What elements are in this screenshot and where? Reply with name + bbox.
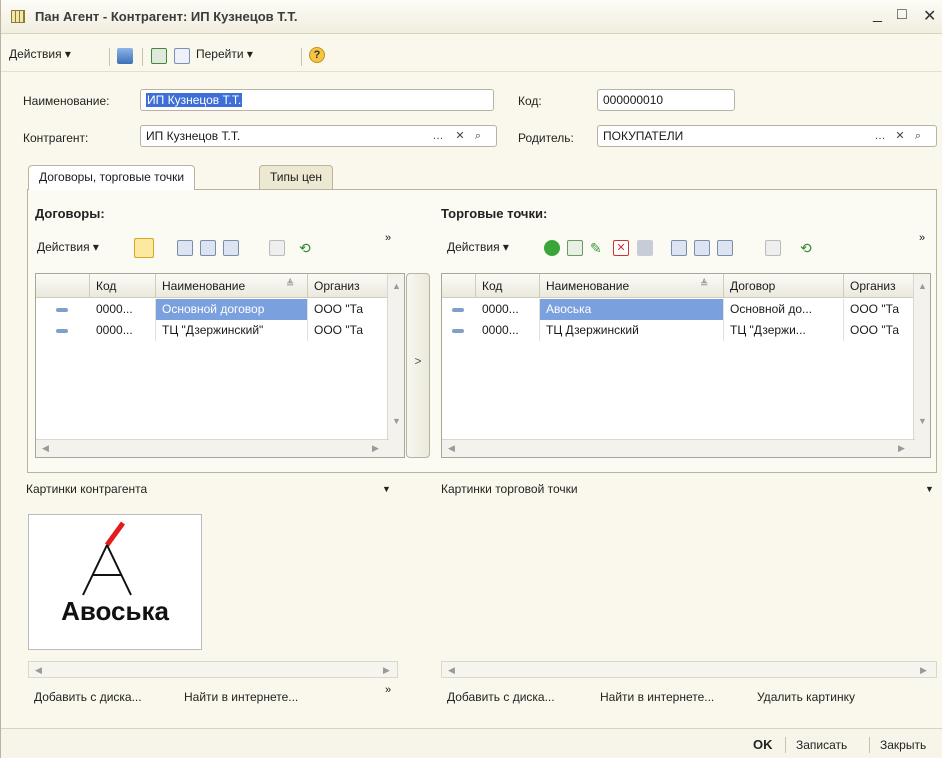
code-field[interactable]: 000000010 xyxy=(597,89,735,111)
add-icon[interactable] xyxy=(544,240,560,256)
tab-contracts-outlets[interactable]: Договоры, торговые точки xyxy=(28,165,196,190)
table-row[interactable]: 0000... Авоська Основной до... ООО "Та xyxy=(442,299,930,320)
table-row[interactable]: 0000... ТЦ Дзержинский ТЦ "Дзержи... ООО… xyxy=(442,320,930,341)
save-button[interactable]: Записать xyxy=(796,738,847,752)
delete-icon[interactable]: ✕ xyxy=(613,240,629,256)
counterparty-window: Пан Агент - Контрагент: ИП Кузнецов Т.Т.… xyxy=(0,0,942,758)
refresh-icon[interactable] xyxy=(151,48,167,64)
clear-icon[interactable]: ✕ xyxy=(453,129,467,143)
chevron-down-icon[interactable]: ▼ xyxy=(382,484,391,494)
parent-open-search-icon[interactable]: ⌕ xyxy=(911,129,925,143)
move-right-button[interactable]: > xyxy=(406,273,430,458)
contracts-clear-filter-icon xyxy=(269,240,285,256)
outlets-refresh-icon[interactable]: ⟲ xyxy=(800,240,816,256)
code-label: Код: xyxy=(518,94,542,108)
counterparty-pictures-select[interactable]: Картинки контрагента xyxy=(26,482,147,496)
row-state-icon xyxy=(56,308,68,312)
outlets-col-org[interactable]: Организ xyxy=(844,274,914,298)
window-title: Пан Агент - Контрагент: ИП Кузнецов Т.Т. xyxy=(35,9,298,24)
delete-picture-button[interactable]: Удалить картинку xyxy=(757,690,855,704)
main-toolbar: Действия ▾ Перейти ▾ ? xyxy=(1,38,942,72)
counterparty-label: Контрагент: xyxy=(23,131,89,145)
parent-clear-icon[interactable]: ✕ xyxy=(893,129,907,143)
outlet-pictures-select[interactable]: Картинки торговой точки xyxy=(441,482,578,496)
sort-asc-icon: ≜ xyxy=(286,279,295,290)
outlets-filter-selected-icon[interactable] xyxy=(694,240,710,256)
table-row[interactable]: 0000... ТЦ "Дзержинский" ООО "Та xyxy=(36,320,404,341)
outlet-pictures-hscroll[interactable]: ◀ ▶ xyxy=(441,661,937,678)
select-ellipsis-icon[interactable]: … xyxy=(431,129,445,143)
ok-button[interactable]: OK xyxy=(753,737,773,752)
outlets-filter-icon[interactable] xyxy=(671,240,687,256)
contracts-more-icon[interactable]: » xyxy=(385,232,391,244)
name-label: Наименование: xyxy=(23,94,110,108)
contracts-table[interactable]: Код Наименование ≜ Организ 0000... Основ… xyxy=(35,273,405,458)
contracts-header: Код Наименование ≜ Организ xyxy=(36,274,404,298)
outlet-add-from-disk-button[interactable]: Добавить с диска... xyxy=(447,690,555,704)
goto-menu[interactable]: Перейти ▾ xyxy=(196,47,253,61)
actions-menu[interactable]: Действия ▾ xyxy=(9,47,71,61)
help-icon[interactable]: ? xyxy=(309,47,325,63)
chevron-down-icon[interactable]: ▼ xyxy=(925,484,934,494)
contracts-default-icon[interactable] xyxy=(134,238,154,258)
outlets-col-name[interactable]: Наименование xyxy=(540,274,724,298)
close-button[interactable]: ✕ xyxy=(923,6,936,26)
contracts-vscroll[interactable]: ▲ ▼ xyxy=(387,274,404,457)
contracts-col-org[interactable]: Организ xyxy=(308,274,388,298)
contracts-col-code[interactable]: Код xyxy=(90,274,156,298)
contracts-title: Договоры: xyxy=(35,206,105,221)
outlets-filter-history-icon[interactable] xyxy=(717,240,733,256)
open-search-icon[interactable]: ⌕ xyxy=(471,129,485,143)
minimize-button[interactable]: _ xyxy=(873,6,882,24)
save-close-icon[interactable] xyxy=(117,48,133,64)
contracts-actions-menu[interactable]: Действия ▾ xyxy=(37,240,99,254)
row-state-icon xyxy=(452,329,464,333)
contracts-filter-history-icon[interactable] xyxy=(223,240,239,256)
outlets-hscroll[interactable]: ◀ ▶ xyxy=(442,439,915,457)
outlets-col-contract[interactable]: Договор xyxy=(724,274,844,298)
contracts-refresh-icon[interactable]: ⟲ xyxy=(299,240,315,256)
outlets-more-icon[interactable]: » xyxy=(919,232,925,244)
post-icon xyxy=(637,240,653,256)
copy-row-icon[interactable] xyxy=(567,240,583,256)
outlets-header: Код Наименование ≜ Договор Организ xyxy=(442,274,930,298)
outlets-clear-filter-icon xyxy=(765,240,781,256)
table-row[interactable]: 0000... Основной договор ООО "Та xyxy=(36,299,404,320)
row-state-icon xyxy=(56,329,68,333)
add-from-disk-button[interactable]: Добавить с диска... xyxy=(34,690,142,704)
find-online-button[interactable]: Найти в интернете... xyxy=(184,690,298,704)
avoska-logo-icon: Авоська xyxy=(61,521,169,626)
contracts-filter-icon[interactable] xyxy=(177,240,193,256)
outlet-find-online-button[interactable]: Найти в интернете... xyxy=(600,690,714,704)
close-form-button[interactable]: Закрыть xyxy=(880,738,926,752)
pictures-more-icon[interactable]: » xyxy=(385,684,391,696)
name-field[interactable]: ИП Кузнецов Т.Т. xyxy=(140,89,494,111)
copy-icon[interactable] xyxy=(174,48,190,64)
sort-asc-icon: ≜ xyxy=(700,279,709,290)
outlets-vscroll[interactable]: ▲ ▼ xyxy=(913,274,930,457)
table-icon xyxy=(11,10,25,23)
contracts-hscroll[interactable]: ◀ ▶ xyxy=(36,439,389,457)
outlets-table[interactable]: Код Наименование ≜ Договор Организ 0000.… xyxy=(441,273,931,458)
edit-icon[interactable]: ✎ xyxy=(590,240,606,256)
row-state-icon xyxy=(452,308,464,312)
tab-price-types[interactable]: Типы цен xyxy=(259,165,334,189)
outlets-actions-menu[interactable]: Действия ▾ xyxy=(447,240,509,254)
footer-bar: OK Записать Закрыть xyxy=(1,728,942,758)
contracts-filter-selected-icon[interactable] xyxy=(200,240,216,256)
parent-label: Родитель: xyxy=(518,131,574,145)
counterparty-picture: Авоська xyxy=(28,514,202,650)
counterparty-pictures-hscroll[interactable]: ◀ ▶ xyxy=(28,661,398,678)
parent-select-ellipsis-icon[interactable]: … xyxy=(873,129,887,143)
maximize-button[interactable]: □ xyxy=(897,6,907,24)
logo-text: Авоська xyxy=(61,596,169,626)
outlets-col-code[interactable]: Код xyxy=(476,274,540,298)
outlets-title: Торговые точки: xyxy=(441,206,548,221)
title-bar: Пан Агент - Контрагент: ИП Кузнецов Т.Т.… xyxy=(1,0,942,34)
